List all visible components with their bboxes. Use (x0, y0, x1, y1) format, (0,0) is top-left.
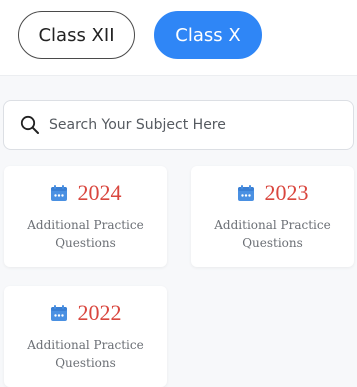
card-description: Additional Practice Questions (12, 336, 159, 372)
year-card-2022[interactable]: 2022 Additional Practice Questions (4, 286, 167, 387)
card-year: 2022 (77, 300, 122, 325)
card-description: Additional Practice Questions (199, 216, 346, 252)
search-icon (20, 115, 40, 135)
year-card-2023[interactable]: 2023 Additional Practice Questions (191, 166, 354, 267)
card-heading: 2023 (191, 180, 354, 206)
calendar-icon (50, 304, 68, 322)
card-desc-line1: Additional Practice (27, 338, 144, 352)
search-input[interactable] (49, 110, 339, 140)
card-heading: 2022 (4, 300, 167, 326)
class-xii-button[interactable]: Class XII (18, 11, 135, 59)
card-description: Additional Practice Questions (12, 216, 159, 252)
class-selector-bar: Class XII Class X (0, 0, 357, 76)
card-desc-line1: Additional Practice (214, 218, 331, 232)
card-heading: 2024 (4, 180, 167, 206)
card-year: 2023 (264, 180, 309, 205)
year-card-2024[interactable]: 2024 Additional Practice Questions (4, 166, 167, 267)
card-year: 2024 (77, 180, 122, 205)
calendar-icon (237, 184, 255, 202)
card-desc-line1: Additional Practice (27, 218, 144, 232)
class-x-button[interactable]: Class X (154, 11, 262, 59)
card-desc-line2: Questions (55, 356, 116, 370)
calendar-icon (50, 184, 68, 202)
subject-search-box[interactable] (3, 100, 354, 150)
card-desc-line2: Questions (55, 236, 116, 250)
card-desc-line2: Questions (242, 236, 303, 250)
